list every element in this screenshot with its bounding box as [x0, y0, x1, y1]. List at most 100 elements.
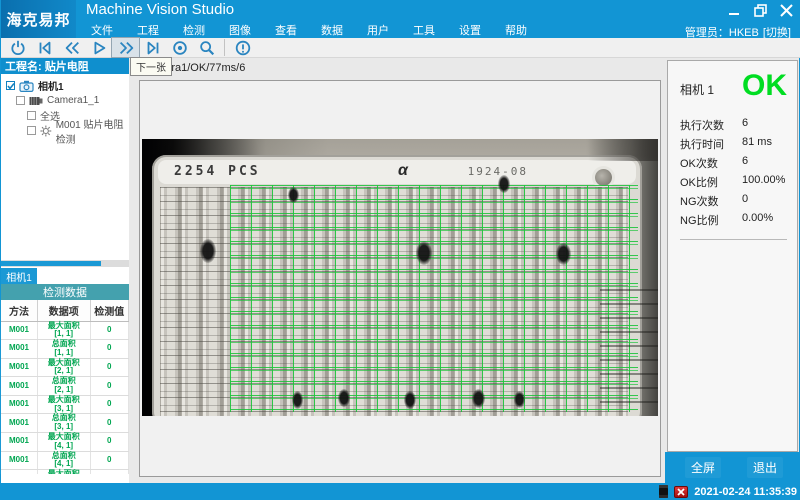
- tree-label: M001 贴片电阻检测: [56, 116, 129, 146]
- skip-last-icon: [143, 39, 163, 57]
- table-row[interactable]: M001 最大面积[4, 1] 0: [1, 433, 129, 452]
- cell-method: M001: [1, 433, 37, 452]
- table-row[interactable]: M001 最大面积[1, 1] 0: [1, 321, 129, 340]
- menu-item[interactable]: 用户: [355, 21, 401, 39]
- table-row[interactable]: M001 最大面积[3, 1] 0: [1, 395, 129, 414]
- detection-boxes-overlay: [230, 185, 638, 412]
- cell-value: 0: [90, 358, 128, 377]
- menu-item[interactable]: 帮助: [493, 21, 539, 39]
- capture-button[interactable]: [166, 38, 193, 57]
- device-status-icon[interactable]: [659, 485, 668, 498]
- cell-value: 0: [90, 377, 128, 396]
- close-button[interactable]: [777, 3, 795, 18]
- tree-item-camera1[interactable]: 相机1: [1, 78, 129, 93]
- dark-blob: [338, 389, 350, 407]
- stat-value: 100.00%: [742, 174, 785, 193]
- image-container: 2254 PCS α 1924-08: [139, 80, 661, 477]
- prev-image-button[interactable]: [58, 38, 85, 57]
- menu-item[interactable]: 工具: [401, 21, 447, 39]
- cell-item: 最大面积[3, 1]: [37, 395, 90, 414]
- stat-value: 81 ms: [742, 136, 772, 155]
- titlebar: Machine Vision Studio: [1, 0, 800, 22]
- checkbox-unchecked[interactable]: [27, 126, 36, 135]
- check-icon: [7, 82, 14, 90]
- menu-item[interactable]: 数据: [309, 21, 355, 39]
- toolbar: [1, 38, 800, 58]
- checkbox-unchecked[interactable]: [16, 96, 25, 105]
- table-row[interactable]: M001 最大面积[5, 1] 0: [1, 470, 129, 474]
- camera1-tab[interactable]: 相机1: [1, 268, 37, 284]
- stat-value: 6: [742, 155, 748, 174]
- cell-item: 总面积[1, 1]: [37, 340, 90, 359]
- stat-row: 执行次数 6: [680, 117, 787, 136]
- cell-method: M001: [1, 377, 37, 396]
- stat-label: NG比例: [680, 212, 742, 231]
- project-tree: 相机1 Camera1_1 全选: [1, 74, 129, 242]
- divider: [680, 239, 787, 240]
- app-logo: 海克易邦: [1, 0, 76, 38]
- menubar: 文件工程检测图像查看数据用户工具设置帮助: [1, 22, 800, 38]
- project-panel: 工程名: 贴片电阻 相机1: [1, 58, 129, 483]
- cell-item: 最大面积[5, 1]: [37, 470, 90, 474]
- dark-blob: [288, 187, 299, 203]
- project-name-header: 工程名: 贴片电阻: [1, 58, 129, 74]
- table-row[interactable]: M001 总面积[4, 1] 0: [1, 451, 129, 470]
- cell-value: 0: [90, 340, 128, 359]
- stat-label: OK比例: [680, 174, 742, 193]
- cell-method: M001: [1, 358, 37, 377]
- menu-item[interactable]: 工程: [125, 21, 171, 39]
- exit-button[interactable]: 退出: [747, 457, 783, 478]
- run-button[interactable]: [85, 38, 112, 57]
- tray-marking-datecode: 1924-08: [468, 165, 528, 178]
- stat-row: OK比例 100.00%: [680, 174, 787, 193]
- table-row[interactable]: M001 最大面积[2, 1] 0: [1, 358, 129, 377]
- close-icon: [780, 4, 793, 17]
- table-row[interactable]: M001 总面积[2, 1] 0: [1, 377, 129, 396]
- tree-item-m001[interactable]: M001 贴片电阻检测: [1, 123, 129, 138]
- tree-label: 相机1: [38, 78, 64, 93]
- cell-method: M001: [1, 414, 37, 433]
- table-row[interactable]: M001 总面积[1, 1] 0: [1, 340, 129, 359]
- result-badge: OK: [742, 71, 787, 101]
- next-image-button[interactable]: [112, 38, 139, 57]
- menu-item[interactable]: 查看: [263, 21, 309, 39]
- dark-blob: [472, 389, 485, 408]
- minimize-button[interactable]: [725, 3, 743, 18]
- cell-item: 总面积[4, 1]: [37, 451, 90, 470]
- cell-value: 0: [90, 395, 128, 414]
- record-icon: [170, 39, 190, 57]
- dark-blob: [416, 241, 432, 265]
- tree-item-camera1-1[interactable]: Camera1_1: [1, 93, 129, 108]
- disconnect-status-icon[interactable]: [674, 486, 688, 498]
- scrollbar-thumb[interactable]: [1, 261, 101, 266]
- tray-hole: [595, 169, 612, 186]
- cell-method: M001: [1, 340, 37, 359]
- restore-button[interactable]: [751, 3, 769, 18]
- toolbar-separator: [224, 39, 225, 56]
- menu-item[interactable]: 图像: [217, 21, 263, 39]
- cell-method: M001: [1, 470, 37, 474]
- menu-item[interactable]: 设置: [447, 21, 493, 39]
- menu-item[interactable]: 检测: [171, 21, 217, 39]
- checkbox-unchecked[interactable]: [27, 111, 36, 120]
- table-row[interactable]: M001 总面积[3, 1] 0: [1, 414, 129, 433]
- stat-row: 执行时间 81 ms: [680, 136, 787, 155]
- power-button[interactable]: [4, 38, 31, 57]
- camera-image[interactable]: 2254 PCS α 1924-08: [142, 139, 658, 416]
- menu-item[interactable]: 文件: [79, 21, 125, 39]
- app-window: Machine Vision Studio 海克易邦: [0, 0, 800, 500]
- cell-item: 最大面积[1, 1]: [37, 321, 90, 340]
- stats-camera-label: 相机 1: [680, 81, 714, 98]
- industrial-camera-icon: [29, 96, 43, 106]
- alert-button[interactable]: [229, 38, 256, 57]
- tree-label: Camera1_1: [47, 95, 99, 106]
- rewind-icon: [62, 39, 82, 57]
- fullscreen-button[interactable]: 全屏: [685, 457, 721, 478]
- cell-item: 最大面积[2, 1]: [37, 358, 90, 377]
- first-image-button[interactable]: [31, 38, 58, 57]
- last-image-button[interactable]: [139, 38, 166, 57]
- cell-value: 0: [90, 433, 128, 452]
- col-value: 检测值: [90, 300, 128, 321]
- zoom-button[interactable]: [193, 38, 220, 57]
- checkbox-checked[interactable]: [6, 81, 15, 90]
